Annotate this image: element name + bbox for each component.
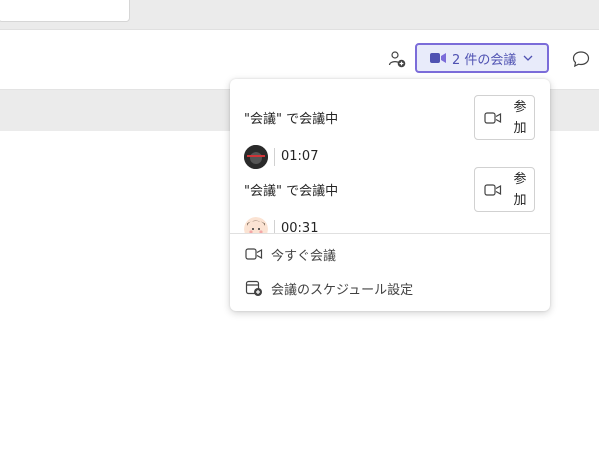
separator [274,220,275,233]
schedule-meeting-item[interactable]: 会議のスケジュール設定 [230,272,550,304]
join-button[interactable]: 参加 [474,167,535,212]
search-box[interactable] [0,0,130,22]
divider [230,233,550,234]
meeting-duration: 00:31 [281,221,319,233]
separator [274,148,275,166]
chevron-down-icon [523,55,533,61]
video-icon [245,245,263,263]
meetings-button[interactable]: 2 件の会議 [415,43,549,73]
cartoon-face-avatar [244,217,268,233]
meetings-popup: "会議" で会議中 参加 01:07 "会議" で会議中 参加 00:31 今す… [230,79,550,311]
people-add-icon [388,51,406,68]
meet-now-label: 今すぐ会議 [271,248,337,264]
meetings-button-label: 2 件の会議 [452,52,517,68]
meeting-title: "会議" で会議中 [244,112,339,127]
video-icon [430,53,446,63]
meetings-list[interactable]: "会議" で会議中 参加 01:07 "会議" で会議中 参加 00:31 [230,79,550,233]
join-label: 参加 [513,99,527,136]
meet-now-item[interactable]: 今すぐ会議 [230,238,550,270]
chat-icon [572,51,590,68]
calendar-add-icon [245,279,263,297]
video-icon [484,111,502,124]
add-people-button[interactable] [383,45,411,73]
video-icon [484,183,502,196]
join-label: 参加 [513,171,527,208]
chat-button[interactable] [567,45,595,73]
top-bar [0,0,599,30]
meeting-title: "会議" で会議中 [244,184,339,199]
meeting-duration: 01:07 [281,149,319,164]
dark-avatar [244,145,268,169]
schedule-meeting-label: 会議のスケジュール設定 [271,282,414,298]
join-button[interactable]: 参加 [474,95,535,140]
